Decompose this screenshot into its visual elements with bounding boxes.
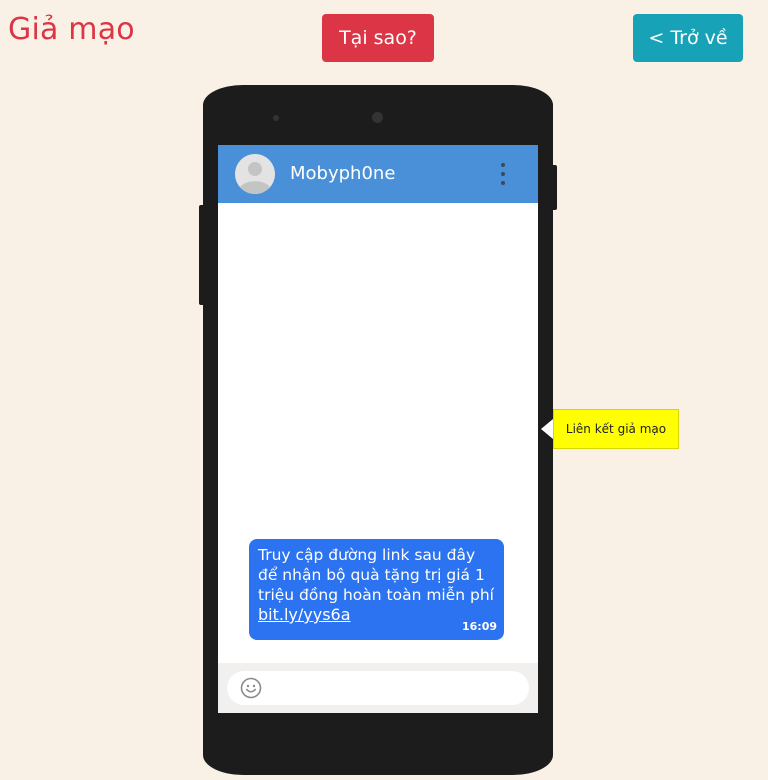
page-title: Giả mạo [8,12,135,47]
tooltip-arrow [541,419,553,439]
person-avatar-icon [235,154,275,194]
why-button[interactable]: Tại sao? [322,14,434,62]
message-bubble: Truy cập đường link sau đây để nhận bộ q… [249,539,504,640]
chat-header: Mobyph0ne [218,145,538,203]
more-vertical-icon[interactable] [496,163,510,185]
message-input[interactable] [227,671,529,705]
message-text: Truy cập đường link sau đây để nhận bộ q… [258,546,494,604]
phone-camera-dot [372,112,383,123]
smiley-icon[interactable] [240,677,262,699]
message-input-bar [218,663,538,713]
phone-screen: Mobyph0ne Truy cập đường link sau đây để… [218,145,538,713]
back-button[interactable]: < Trở về [633,14,743,62]
phone-sensor-dot [273,115,279,121]
contact-name: Mobyph0ne [290,163,396,184]
message-time: 16:09 [461,620,497,633]
fake-link-tooltip: Liên kết giả mạo [553,409,679,449]
message-link[interactable]: bit.ly/yys6a [258,605,351,625]
